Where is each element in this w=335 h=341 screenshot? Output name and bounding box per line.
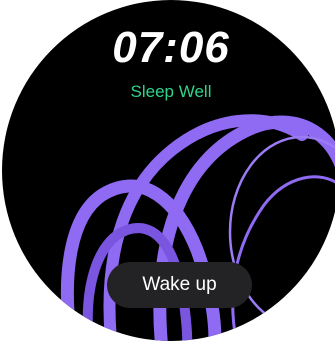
ring-edge-arc	[231, 175, 335, 341]
alarm-label: Sleep Well	[130, 82, 212, 101]
wake-up-label: Wake up	[142, 274, 217, 295]
wake-up-button[interactable]: Wake up	[107, 262, 252, 308]
screen: 07:06 Sleep Well Wake up	[0, 0, 335, 341]
watch-face: 07:06 Sleep Well Wake up	[2, 0, 335, 341]
clock-time: 07:06	[112, 23, 230, 72]
